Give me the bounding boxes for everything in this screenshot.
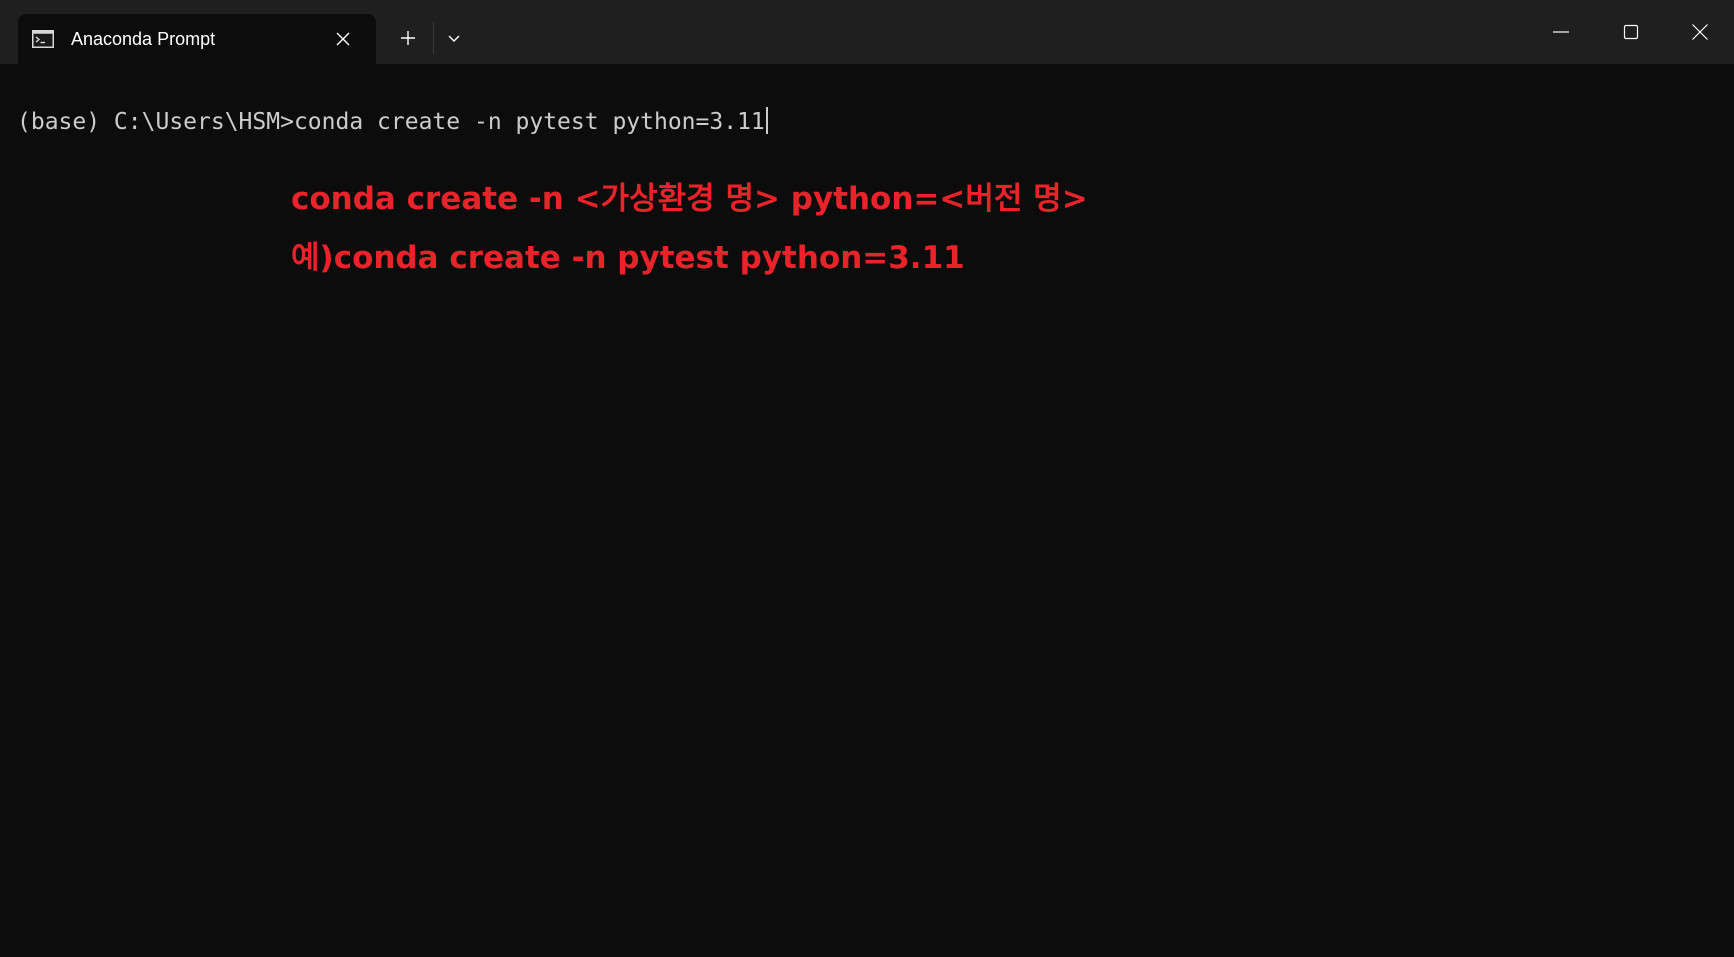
tab-close-button[interactable]	[330, 26, 356, 52]
close-icon	[1692, 24, 1708, 40]
text-cursor	[765, 107, 768, 134]
new-tab-button[interactable]	[392, 22, 424, 54]
terminal-output[interactable]: (base) C:\Users\HSM>conda create -n pyte…	[0, 64, 1734, 957]
minimize-button[interactable]	[1527, 0, 1595, 64]
title-bar[interactable]: Anaconda Prompt	[0, 0, 1734, 64]
annotation-syntax: conda create -n <가상환경 명> python=<버전 명>	[291, 181, 1088, 217]
command-text: conda create -n pytest python=3.11	[293, 109, 765, 135]
maximize-button[interactable]	[1597, 0, 1665, 64]
titlebar-divider	[433, 22, 434, 54]
tab-title: Anaconda Prompt	[71, 29, 216, 49]
plus-icon	[401, 31, 415, 45]
close-icon	[336, 32, 350, 46]
maximize-icon	[1623, 24, 1639, 40]
window-close-button[interactable]	[1666, 0, 1734, 64]
minimize-icon	[1553, 31, 1569, 33]
chevron-down-icon	[448, 35, 460, 42]
prompt-text: (base) C:\Users\HSM>	[17, 109, 294, 135]
tab-dropdown-button[interactable]	[440, 22, 468, 54]
terminal-icon	[32, 30, 54, 48]
command-line[interactable]: (base) C:\Users\HSM>conda create -n pyte…	[17, 105, 768, 139]
terminal-window: Anaconda Prompt (base) C:\Users\HSM>cond…	[0, 0, 1734, 957]
tab-anaconda-prompt[interactable]: Anaconda Prompt	[18, 14, 376, 64]
annotation-example: 예)conda create -n pytest python=3.11	[291, 240, 965, 276]
